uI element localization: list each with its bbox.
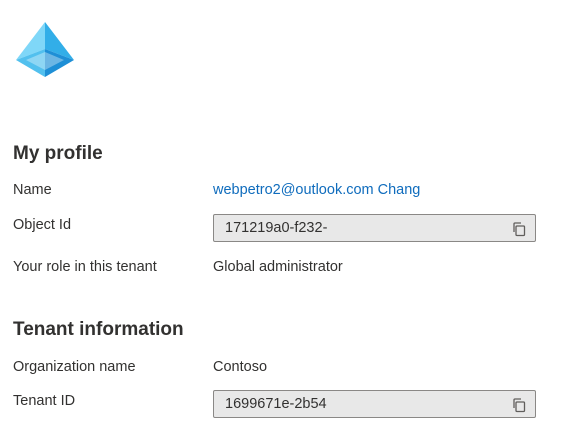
name-link[interactable]: webpetro2@outlook.com Chang [213,182,420,198]
object-id-value: 171219a0-f232- [225,220,328,236]
object-id-field[interactable]: 171219a0-f232- [213,214,536,242]
tenant-id-label: Tenant ID [13,393,76,409]
tenant-id-field[interactable]: 1699671e-2b54 [213,390,536,418]
object-id-label: Object Id [13,217,72,233]
my-profile-heading: My profile [13,143,103,164]
role-value: Global administrator [213,259,343,275]
azure-ad-logo [16,22,74,77]
copy-icon[interactable] [511,397,527,413]
organization-name-value: Contoso [213,359,268,375]
tenant-information-heading: Tenant information [13,319,184,340]
copy-icon[interactable] [511,221,527,237]
organization-name-label: Organization name [13,359,136,375]
tenant-id-value: 1699671e-2b54 [225,396,327,412]
name-label: Name [13,182,52,198]
role-label: Your role in this tenant [13,259,157,275]
